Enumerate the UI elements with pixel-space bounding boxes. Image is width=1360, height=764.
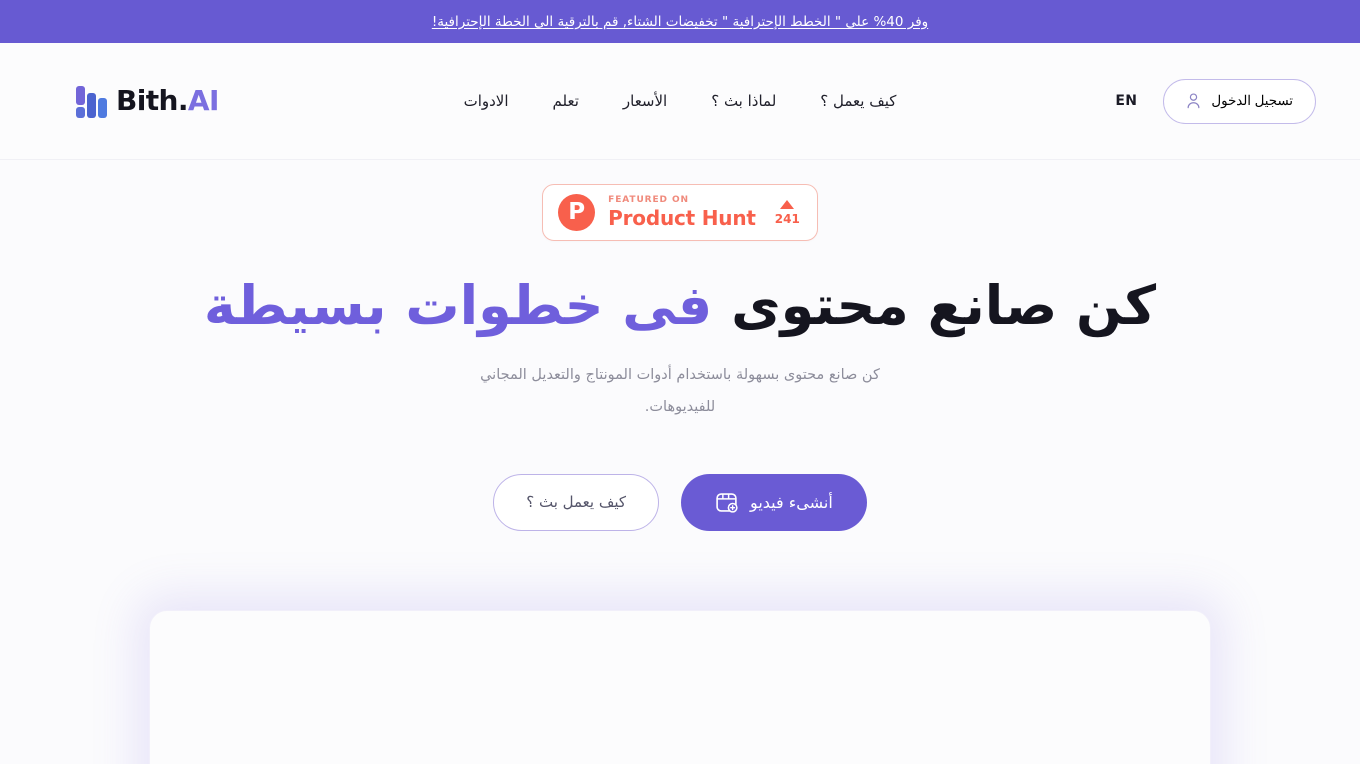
nav-item-how-it-works[interactable]: كيف يعمل ؟	[820, 92, 896, 110]
preview-panel-wrap	[0, 609, 1360, 764]
page-title: كن صانع محتوى فى خطوات بسيطة	[0, 274, 1360, 338]
login-button-label: تسجيل الدخول	[1211, 93, 1293, 108]
logo-tiles-icon	[76, 85, 107, 118]
promo-banner-link[interactable]: وفر 40% على " الخطط الإحترافية " تخفيضات…	[432, 14, 928, 30]
how-it-works-button[interactable]: كيف يعمل بث ؟	[493, 473, 660, 531]
nav-item-tools[interactable]: الادوات	[464, 92, 509, 110]
product-hunt-vote-count: 241	[774, 212, 800, 226]
brand-logo[interactable]: Bith.AI	[76, 85, 219, 118]
hero-section: P FEATURED ON Product Hunt 241 كن صانع م…	[0, 160, 1360, 764]
nav-item-pricing[interactable]: الأسعار	[623, 92, 667, 110]
site-header: تسجيل الدخول EN كيف يعمل ؟ لماذا بث ؟ ال…	[0, 43, 1360, 160]
brand-name-primary: Bith.	[116, 84, 189, 117]
nav-item-why-bith[interactable]: لماذا بث ؟	[711, 92, 776, 110]
product-hunt-badge[interactable]: P FEATURED ON Product Hunt 241	[542, 184, 818, 241]
brand-name: Bith.AI	[116, 87, 219, 115]
language-switch[interactable]: EN	[1115, 93, 1137, 109]
product-hunt-icon: P	[558, 194, 596, 231]
create-video-button-label: أنشىء فيديو	[750, 492, 833, 512]
product-hunt-votes: 241	[775, 200, 800, 225]
add-video-icon	[716, 492, 738, 513]
editor-preview-panel[interactable]	[149, 609, 1211, 764]
page-title-primary: كن صانع محتوى	[731, 274, 1157, 337]
header-account-group: تسجيل الدخول EN	[1115, 78, 1316, 124]
caret-up-icon	[780, 200, 795, 209]
promo-banner: وفر 40% على " الخطط الإحترافية " تخفيضات…	[0, 0, 1360, 43]
login-button[interactable]: تسجيل الدخول	[1163, 78, 1316, 124]
create-video-button[interactable]: أنشىء فيديو	[681, 473, 867, 531]
product-hunt-kicker: FEATURED ON	[608, 195, 689, 206]
page-title-accent: فى خطوات بسيطة	[203, 274, 713, 337]
product-hunt-texts: FEATURED ON Product Hunt	[608, 195, 756, 230]
user-icon	[1187, 93, 1200, 109]
main-nav: كيف يعمل ؟ لماذا بث ؟ الأسعار تعلم الادو…	[464, 92, 897, 110]
hero-subtitle: كن صانع محتوى بسهولة باستخدام أدوات المو…	[480, 366, 880, 415]
brand-name-accent: AI	[187, 84, 219, 117]
hero-cta-group: أنشىء فيديو كيف يعمل بث ؟	[0, 473, 1360, 531]
nav-item-learn[interactable]: تعلم	[553, 92, 579, 110]
product-hunt-title: Product Hunt	[608, 205, 756, 230]
